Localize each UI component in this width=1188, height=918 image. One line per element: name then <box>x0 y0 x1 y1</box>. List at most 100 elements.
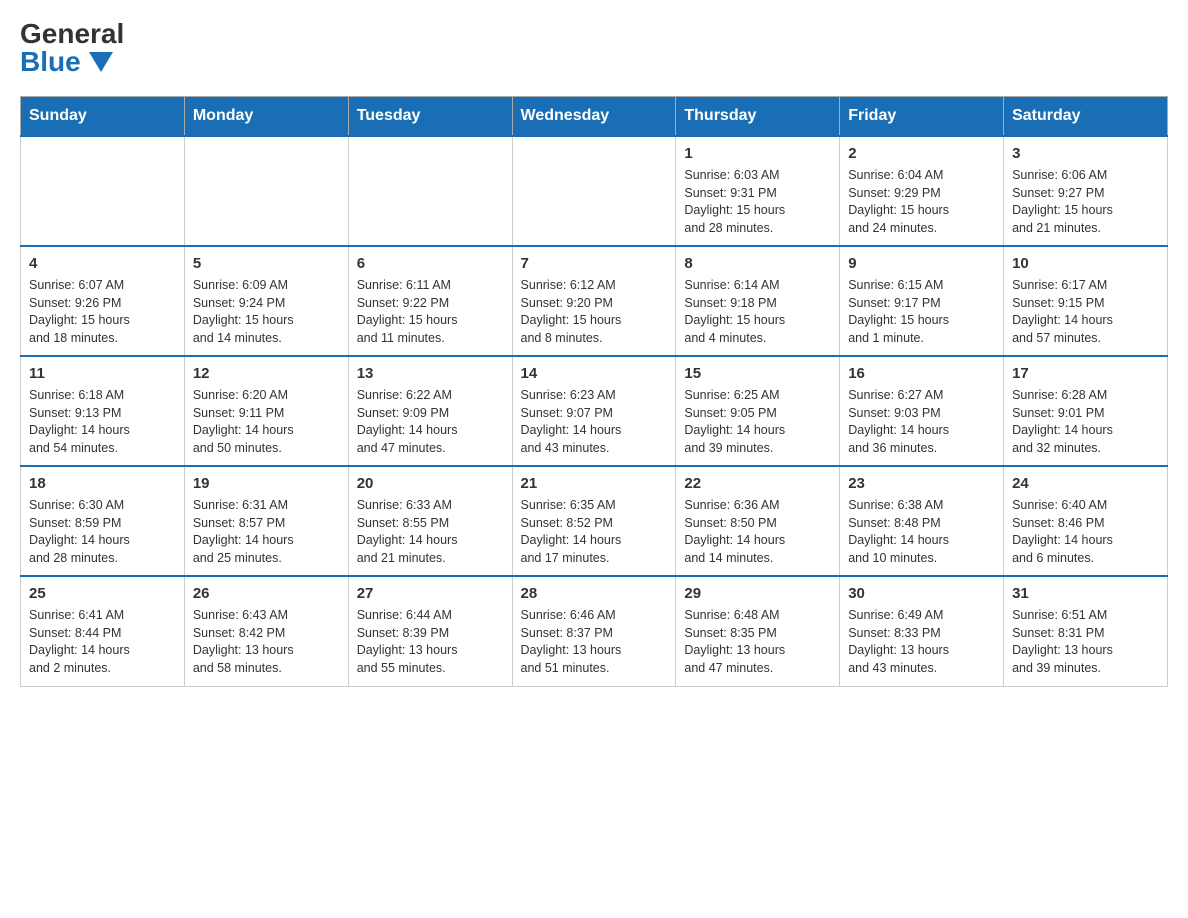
calendar-cell <box>348 136 512 246</box>
logo-blue-text: Blue <box>20 48 113 76</box>
weekday-header-tuesday: Tuesday <box>348 97 512 137</box>
day-number: 4 <box>29 253 176 274</box>
calendar-cell: 4 Sunrise: 6:07 AMSunset: 9:26 PMDaylight… <box>21 246 185 356</box>
calendar-week-row: 18 Sunrise: 6:30 AMSunset: 8:59 PMDayligh… <box>21 466 1168 576</box>
calendar-cell: 31 Sunrise: 6:51 AMSunset: 8:31 PMDayligh… <box>1004 576 1168 686</box>
day-number: 6 <box>357 253 504 274</box>
day-number: 9 <box>848 253 995 274</box>
day-number: 2 <box>848 143 995 164</box>
day-info: Sunrise: 6:07 AMSunset: 9:26 PMDaylight:… <box>29 277 176 347</box>
day-number: 8 <box>684 253 831 274</box>
day-info: Sunrise: 6:36 AMSunset: 8:50 PMDaylight:… <box>684 497 831 567</box>
day-number: 7 <box>521 253 668 274</box>
day-number: 18 <box>29 473 176 494</box>
weekday-header-wednesday: Wednesday <box>512 97 676 137</box>
day-info: Sunrise: 6:25 AMSunset: 9:05 PMDaylight:… <box>684 387 831 457</box>
day-info: Sunrise: 6:31 AMSunset: 8:57 PMDaylight:… <box>193 497 340 567</box>
day-info: Sunrise: 6:49 AMSunset: 8:33 PMDaylight:… <box>848 607 995 677</box>
calendar-cell: 24Sunrise: 6:40 AMSunset: 8:46 PMDayligh… <box>1004 466 1168 576</box>
day-info: Sunrise: 6:17 AMSunset: 9:15 PMDaylight:… <box>1012 277 1159 347</box>
calendar-cell: 16 Sunrise: 6:27 AMSunset: 9:03 PMDayligh… <box>840 356 1004 466</box>
page-header: General Blue <box>20 20 1168 76</box>
calendar-cell: 14 Sunrise: 6:23 AMSunset: 9:07 PMDayligh… <box>512 356 676 466</box>
calendar-week-row: 25 Sunrise: 6:41 AMSunset: 8:44 PMDayligh… <box>21 576 1168 686</box>
day-number: 31 <box>1012 583 1159 604</box>
calendar-cell: 22 Sunrise: 6:36 AMSunset: 8:50 PMDayligh… <box>676 466 840 576</box>
day-number: 3 <box>1012 143 1159 164</box>
calendar-cell: 1 Sunrise: 6:03 AMSunset: 9:31 PMDaylight… <box>676 136 840 246</box>
calendar-cell: 7Sunrise: 6:12 AMSunset: 9:20 PMDaylight… <box>512 246 676 356</box>
day-number: 29 <box>684 583 831 604</box>
weekday-header-sunday: Sunday <box>21 97 185 137</box>
calendar-week-row: 1 Sunrise: 6:03 AMSunset: 9:31 PMDaylight… <box>21 136 1168 246</box>
day-info: Sunrise: 6:23 AMSunset: 9:07 PMDaylight:… <box>521 387 668 457</box>
day-number: 1 <box>684 143 831 164</box>
calendar-week-row: 11 Sunrise: 6:18 AMSunset: 9:13 PMDayligh… <box>21 356 1168 466</box>
day-number: 10 <box>1012 253 1159 274</box>
calendar-cell: 19 Sunrise: 6:31 AMSunset: 8:57 PMDayligh… <box>184 466 348 576</box>
day-info: Sunrise: 6:35 AMSunset: 8:52 PMDaylight:… <box>521 497 668 567</box>
calendar-cell: 25 Sunrise: 6:41 AMSunset: 8:44 PMDayligh… <box>21 576 185 686</box>
calendar-cell: 15 Sunrise: 6:25 AMSunset: 9:05 PMDayligh… <box>676 356 840 466</box>
calendar-cell: 13Sunrise: 6:22 AMSunset: 9:09 PMDayligh… <box>348 356 512 466</box>
calendar-cell: 20 Sunrise: 6:33 AMSunset: 8:55 PMDayligh… <box>348 466 512 576</box>
day-number: 5 <box>193 253 340 274</box>
day-info: Sunrise: 6:44 AMSunset: 8:39 PMDaylight:… <box>357 607 504 677</box>
day-number: 23 <box>848 473 995 494</box>
calendar-cell: 5 Sunrise: 6:09 AMSunset: 9:24 PMDaylight… <box>184 246 348 356</box>
day-info: Sunrise: 6:04 AMSunset: 9:29 PMDaylight:… <box>848 167 995 237</box>
calendar-cell <box>21 136 185 246</box>
day-info: Sunrise: 6:22 AMSunset: 9:09 PMDaylight:… <box>357 387 504 457</box>
day-info: Sunrise: 6:11 AMSunset: 9:22 PMDaylight:… <box>357 277 504 347</box>
weekday-header-friday: Friday <box>840 97 1004 137</box>
day-info: Sunrise: 6:28 AMSunset: 9:01 PMDaylight:… <box>1012 387 1159 457</box>
day-number: 19 <box>193 473 340 494</box>
day-info: Sunrise: 6:20 AMSunset: 9:11 PMDaylight:… <box>193 387 340 457</box>
weekday-header-saturday: Saturday <box>1004 97 1168 137</box>
day-number: 26 <box>193 583 340 604</box>
calendar-cell: 29 Sunrise: 6:48 AMSunset: 8:35 PMDayligh… <box>676 576 840 686</box>
day-number: 16 <box>848 363 995 384</box>
day-info: Sunrise: 6:33 AMSunset: 8:55 PMDaylight:… <box>357 497 504 567</box>
day-number: 12 <box>193 363 340 384</box>
calendar-cell: 26Sunrise: 6:43 AMSunset: 8:42 PMDayligh… <box>184 576 348 686</box>
day-info: Sunrise: 6:18 AMSunset: 9:13 PMDaylight:… <box>29 387 176 457</box>
day-info: Sunrise: 6:30 AMSunset: 8:59 PMDaylight:… <box>29 497 176 567</box>
day-number: 25 <box>29 583 176 604</box>
day-info: Sunrise: 6:40 AMSunset: 8:46 PMDaylight:… <box>1012 497 1159 567</box>
calendar-table: SundayMondayTuesdayWednesdayThursdayFrid… <box>20 96 1168 687</box>
calendar-cell: 17 Sunrise: 6:28 AMSunset: 9:01 PMDayligh… <box>1004 356 1168 466</box>
day-number: 17 <box>1012 363 1159 384</box>
day-info: Sunrise: 6:27 AMSunset: 9:03 PMDaylight:… <box>848 387 995 457</box>
day-number: 15 <box>684 363 831 384</box>
logo: General Blue <box>20 20 124 76</box>
calendar-cell: 21Sunrise: 6:35 AMSunset: 8:52 PMDayligh… <box>512 466 676 576</box>
day-number: 27 <box>357 583 504 604</box>
calendar-cell: 11 Sunrise: 6:18 AMSunset: 9:13 PMDayligh… <box>21 356 185 466</box>
day-number: 30 <box>848 583 995 604</box>
day-number: 28 <box>521 583 668 604</box>
day-info: Sunrise: 6:09 AMSunset: 9:24 PMDaylight:… <box>193 277 340 347</box>
day-info: Sunrise: 6:06 AMSunset: 9:27 PMDaylight:… <box>1012 167 1159 237</box>
day-info: Sunrise: 6:48 AMSunset: 8:35 PMDaylight:… <box>684 607 831 677</box>
day-number: 14 <box>521 363 668 384</box>
day-number: 11 <box>29 363 176 384</box>
calendar-cell: 3 Sunrise: 6:06 AMSunset: 9:27 PMDaylight… <box>1004 136 1168 246</box>
day-number: 22 <box>684 473 831 494</box>
day-info: Sunrise: 6:41 AMSunset: 8:44 PMDaylight:… <box>29 607 176 677</box>
calendar-cell: 27 Sunrise: 6:44 AMSunset: 8:39 PMDayligh… <box>348 576 512 686</box>
calendar-cell: 28Sunrise: 6:46 AMSunset: 8:37 PMDayligh… <box>512 576 676 686</box>
day-info: Sunrise: 6:38 AMSunset: 8:48 PMDaylight:… <box>848 497 995 567</box>
calendar-cell: 12 Sunrise: 6:20 AMSunset: 9:11 PMDayligh… <box>184 356 348 466</box>
day-info: Sunrise: 6:51 AMSunset: 8:31 PMDaylight:… <box>1012 607 1159 677</box>
logo-general-text: General <box>20 20 124 48</box>
day-info: Sunrise: 6:03 AMSunset: 9:31 PMDaylight:… <box>684 167 831 237</box>
calendar-cell <box>512 136 676 246</box>
logo-triangle-icon <box>89 52 113 72</box>
weekday-header-thursday: Thursday <box>676 97 840 137</box>
day-info: Sunrise: 6:14 AMSunset: 9:18 PMDaylight:… <box>684 277 831 347</box>
calendar-cell: 8 Sunrise: 6:14 AMSunset: 9:18 PMDaylight… <box>676 246 840 356</box>
day-number: 20 <box>357 473 504 494</box>
day-info: Sunrise: 6:15 AMSunset: 9:17 PMDaylight:… <box>848 277 995 347</box>
calendar-cell: 6 Sunrise: 6:11 AMSunset: 9:22 PMDaylight… <box>348 246 512 356</box>
